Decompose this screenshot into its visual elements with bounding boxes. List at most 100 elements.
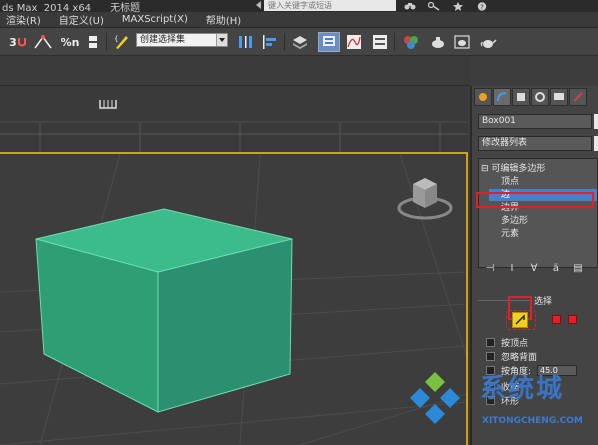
menu-help[interactable]: 帮助(H) [200,12,253,27]
ribbon-strip [0,56,470,86]
curve-editor-icon [347,35,361,49]
top-viewport-grid [0,86,468,152]
stack-item-vertex[interactable]: 顶点 [501,176,519,188]
menu-render[interactable]: 渲染(R) [0,12,53,27]
element-selection-button[interactable] [568,315,577,324]
render-frame-button[interactable] [452,32,472,52]
by-vertex-option[interactable]: 按顶点 [486,336,529,349]
mirror-icon [239,36,252,48]
perspective-viewport[interactable] [0,86,468,445]
by-vertex-label: 按顶点 [501,338,529,349]
show-end-result-icon[interactable]: Ⅰ [506,263,518,274]
scene-explorer-button[interactable] [318,32,340,52]
align-button[interactable] [260,32,280,52]
main-toolbar: 3 %n { 创建选择集 [0,28,598,56]
selection-set-value: 创建选择集 [140,35,186,45]
snap-label: 3 [9,35,17,49]
svg-text:?: ? [480,3,484,11]
render-setup-button[interactable] [428,32,448,52]
stack-item-element[interactable]: 元素 [501,228,519,240]
xitongcheng-logo-icon [410,372,460,424]
edge-selection-button[interactable] [512,312,528,328]
angle-snap-icon [34,35,52,49]
schematic-icon [373,35,387,49]
polygon-selection-button[interactable] [552,315,561,324]
key-icon[interactable] [427,1,440,11]
percent-snap-button[interactable]: %n [58,32,82,52]
align-icon [263,35,276,49]
toolbar-divider [394,33,395,51]
ignore-backfacing-label: 忽略背面 [501,352,538,363]
3ds-max-window: ds Max 2014 x64 无标题 键入关键字或短语 ? 渲染(R) 自定义… [0,0,598,445]
menu-customize[interactable]: 自定义(U) [53,12,116,27]
percent-snap-label: %n [60,35,80,49]
svg-text:{: { [114,35,118,43]
command-panel-tabs [474,88,598,108]
collapse-icon: ⊟ [481,164,489,174]
hierarchy-icon [517,93,525,101]
tab-hierarchy[interactable] [512,88,530,106]
motion-circle-icon [535,92,545,102]
rollout-title: 选择 [534,297,553,307]
schematic-view-button[interactable] [370,32,390,52]
tab-utilities[interactable] [569,88,587,106]
edge-highlight-annotation [476,192,594,208]
configure-modifier-sets-icon[interactable]: ▤ [572,263,584,274]
star-icon[interactable] [452,1,464,11]
snaps-toggle-button[interactable]: 3 [6,32,30,52]
stack-root-editable-poly[interactable]: ⊟ 可编辑多边形 [481,163,545,175]
material-editor-icon [404,36,418,49]
menu-bar: 渲染(R) 自定义(U) MAXScript(X) 帮助(H) [0,12,598,28]
tab-modify[interactable] [493,88,511,106]
layers-icon [293,36,307,49]
chevron-down-icon [216,34,227,46]
modifier-stack: ⊟ 可编辑多边形 顶点 边 边界 多边形 元素 [478,158,598,268]
tab-display[interactable] [550,88,568,106]
by-vertex-checkbox[interactable] [486,337,495,347]
ignore-backfacing-option[interactable]: 忽略背面 [486,350,538,363]
scene-explorer-icon [323,36,335,46]
make-unique-icon[interactable]: ∀ [528,263,540,274]
modifier-list-arrow[interactable] [594,136,598,151]
mirror-button[interactable] [236,32,256,52]
spinner-snap-button[interactable] [84,32,102,52]
search-input[interactable]: 键入关键字或短语 [264,0,396,11]
hammer-icon [573,92,583,102]
search-expand-icon[interactable] [256,1,261,9]
edit-named-selection-button[interactable]: { [112,32,132,52]
material-editor-button[interactable] [400,32,422,52]
teapot-icon [480,39,497,48]
watermark-brand-cn: 系统城 [480,374,565,404]
spinner-snap-icon [89,36,97,48]
teapot-frame-icon [454,35,470,49]
viewport-scene [0,154,466,445]
selection-rollout-header[interactable]: 选择 [478,294,598,307]
edge-select-icon [515,314,525,325]
binoculars-icon[interactable] [404,2,416,11]
angle-snap-button[interactable] [32,32,54,52]
layer-manager-button[interactable] [290,32,310,52]
tab-create[interactable] [474,88,492,106]
title-bar: ds Max 2014 x64 无标题 键入关键字或短语 ? [0,0,598,14]
help-icon[interactable]: ? [476,1,488,11]
stack-tools: ⊣ Ⅰ ∀ ä ▤ [478,260,598,276]
tab-motion[interactable] [531,88,549,106]
named-selection-set-dropdown[interactable]: 创建选择集 [136,33,228,47]
stack-item-polygon[interactable]: 多边形 [501,215,528,227]
ignore-backfacing-checkbox[interactable] [486,351,495,361]
toolbar-divider [284,33,285,51]
magnet-icon [17,38,26,47]
pin-stack-icon[interactable]: ⊣ [484,263,496,274]
menu-maxscript[interactable]: MAXScript(X) [116,14,200,25]
display-monitor-icon [554,93,564,100]
curve-editor-button[interactable] [344,32,364,52]
toolbar-divider [106,33,107,51]
title-tools: ? [404,0,488,12]
modifier-list-dropdown[interactable]: 修改器列表 [478,136,592,151]
object-name-field[interactable]: Box001 [478,114,592,129]
remove-modifier-icon[interactable]: ä [550,263,562,274]
stack-root-label: 可编辑多边形 [491,164,546,174]
pencil-selection-icon: { [114,35,128,49]
render-production-button[interactable] [478,32,498,52]
object-color-swatch[interactable] [594,114,598,129]
